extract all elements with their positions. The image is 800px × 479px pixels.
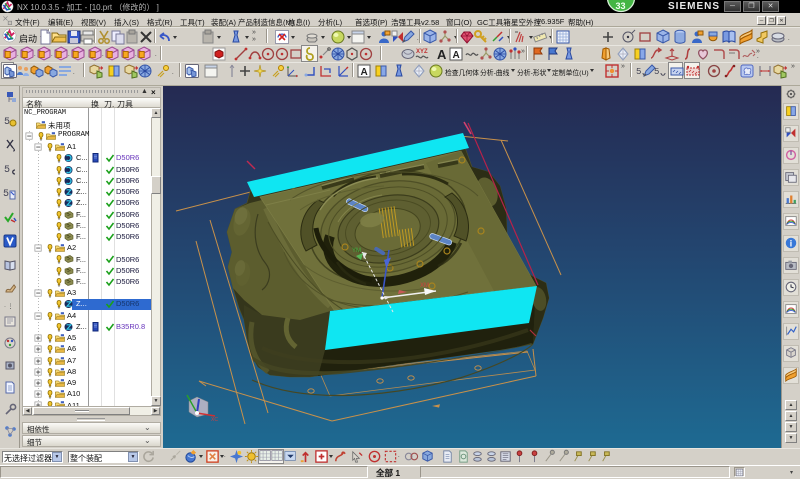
svg-text:33: 33 <box>616 1 626 11</box>
svg-text:YM: YM <box>352 248 361 254</box>
svg-text:5: 5 <box>3 189 9 200</box>
svg-text:5: 5 <box>4 165 10 176</box>
svg-text:5: 5 <box>654 67 659 77</box>
svg-text:XC: XC <box>211 417 218 423</box>
svg-text:A: A <box>453 50 460 61</box>
svg-text:i: i <box>790 239 792 249</box>
svg-text:A: A <box>361 67 368 78</box>
svg-text:XM: XM <box>420 283 429 289</box>
svg-text:5: 5 <box>4 117 10 128</box>
svg-text:A: A <box>437 47 447 62</box>
svg-text:XYZ: XYZ <box>416 49 428 55</box>
